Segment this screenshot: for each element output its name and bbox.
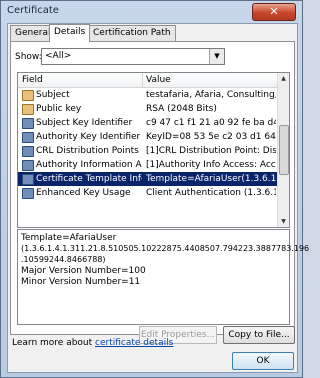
certificate-field-icon [22, 104, 34, 115]
close-button[interactable]: ✕ [252, 3, 296, 21]
detail-line: .10599244.8466788) [21, 255, 106, 264]
scroll-down-icon[interactable]: ▼ [278, 216, 289, 227]
column-divider[interactable] [142, 73, 143, 87]
learn-more-text: Learn more about certificate details [12, 338, 173, 348]
field-name: Authority Key Identifier [36, 132, 141, 142]
show-label: Show: [15, 52, 42, 62]
extension-field-icon [22, 188, 34, 199]
title-bar: Certificate ✕ [1, 1, 302, 21]
extension-field-icon [22, 160, 34, 171]
field-value: [1]CRL Distribution Point: Distr... [146, 146, 276, 156]
field-details-textbox[interactable]: Template=AfariaUser (1.3.6.1.4.1.311.21.… [17, 229, 309, 325]
vertical-scrollbar[interactable]: ▲ ▼ [277, 73, 289, 227]
column-header-field[interactable]: Field [22, 75, 43, 85]
extension-field-icon [22, 132, 34, 143]
list-item[interactable]: Public key RSA (2048 Bits) [18, 102, 277, 116]
field-value: RSA (2048 Bits) [146, 104, 217, 114]
field-value: [1]Authority Info Access: Acc... [146, 160, 276, 170]
field-name: Subject [36, 90, 70, 100]
list-header: Field Value [18, 73, 277, 88]
field-list[interactable]: Field Value Subject testafaria, Afaria, … [17, 72, 290, 228]
show-select[interactable]: <All> ▼ [41, 48, 225, 65]
ok-button[interactable]: OK [232, 352, 294, 370]
tab-details[interactable]: Details [49, 24, 91, 42]
scroll-up-icon[interactable]: ▲ [278, 73, 289, 84]
scroll-thumb[interactable] [279, 125, 289, 175]
list-item[interactable]: Subject testafaria, Afaria, Consulting, … [18, 88, 277, 102]
list-item[interactable]: Subject Key Identifier c9 47 c1 f1 21 a0… [18, 116, 277, 130]
column-header-value[interactable]: Value [146, 75, 171, 85]
field-name: Enhanced Key Usage [36, 188, 131, 198]
field-name: CRL Distribution Points [36, 146, 139, 156]
detail-line: Major Version Number=100 [21, 266, 146, 276]
tab-certification-path[interactable]: Certification Path [88, 25, 176, 41]
certificate-window: Certificate ✕ General Details Certificat… [0, 0, 309, 378]
certificate-details-link[interactable]: certificate details [95, 338, 173, 348]
detail-line: Template=AfariaUser [21, 233, 117, 243]
dialog-client: General Details Certification Path Show:… [7, 23, 309, 373]
learn-more-prefix: Learn more about [12, 338, 96, 348]
field-name: Authority Information Access [36, 160, 142, 170]
list-item[interactable]: Authority Information Access [1]Authorit… [18, 158, 277, 172]
details-panel: Show: <All> ▼ Field Value Subject testaf… [10, 41, 309, 344]
list-item[interactable]: CRL Distribution Points [1]CRL Distribut… [18, 144, 277, 158]
field-value: Template=AfariaUser(1.3.6.1.... [146, 174, 276, 184]
chevron-down-icon[interactable]: ▼ [209, 49, 224, 64]
list-item[interactable]: Enhanced Key Usage Client Authentication… [18, 186, 277, 200]
field-name: Subject Key Identifier [36, 118, 133, 128]
detail-line: Minor Version Number=11 [21, 277, 141, 287]
certificate-field-icon [22, 90, 34, 101]
field-value: testafaria, Afaria, Consulting, ... [146, 90, 276, 100]
show-select-value: <All> [45, 51, 72, 61]
field-name: Public key [36, 104, 82, 114]
list-item[interactable]: Authority Key Identifier KeyID=08 53 5e … [18, 130, 277, 144]
field-name: Certificate Template Inform... [36, 174, 142, 184]
extension-field-icon [22, 146, 34, 157]
extension-field-icon [22, 118, 34, 129]
field-value: KeyID=08 53 5e c2 03 d1 64 d... [146, 132, 276, 142]
list-item-selected[interactable]: Certificate Template Inform... Template=… [18, 172, 277, 186]
extension-field-icon [22, 174, 34, 185]
field-value: c9 47 c1 f1 21 a0 92 fe ba d4 ... [146, 118, 276, 128]
field-value: Client Authentication (1.3.6.1.... [146, 188, 276, 198]
window-title: Certificate [7, 5, 59, 16]
copy-to-file-button[interactable]: Copy to File... [223, 326, 295, 344]
detail-line: (1.3.6.1.4.1.311.21.8.510505.10222875.44… [21, 244, 310, 253]
